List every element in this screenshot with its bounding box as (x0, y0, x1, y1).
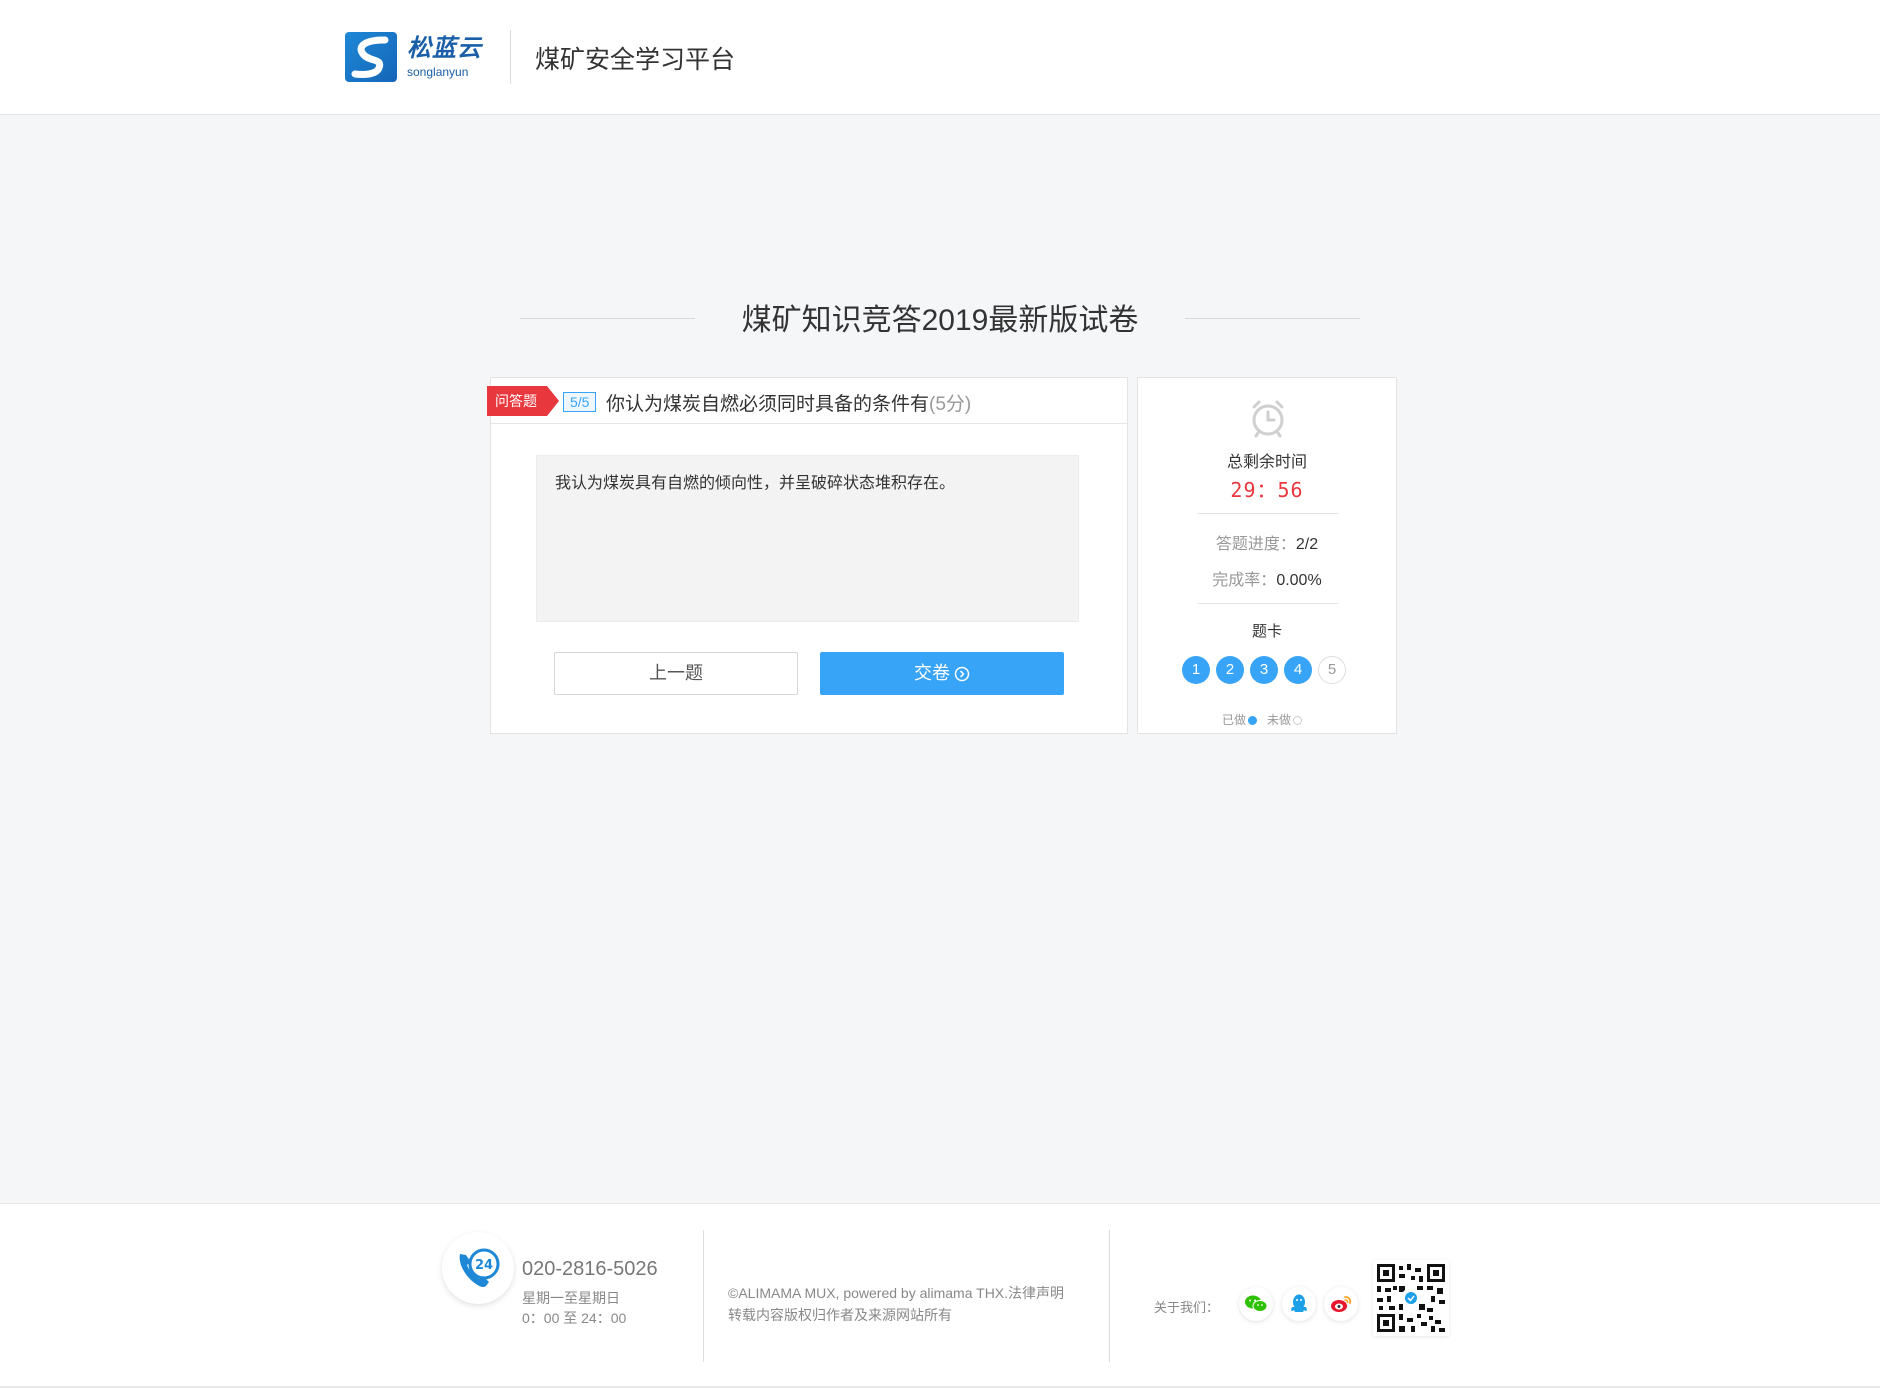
question-number-1[interactable]: 1 (1182, 656, 1210, 684)
question-score: (5分) (929, 394, 972, 415)
logo-name-en: songlanyun (407, 64, 469, 79)
copyright-text[interactable]: ©ALIMAMA MUX, powered by alimama THX.法律声… (728, 1283, 1064, 1303)
question-card-label: 题卡 (1251, 623, 1282, 640)
question-header: 问答题 5/5 你认为煤炭自燃必须同时具备的条件有(5分) (487, 378, 1127, 424)
legend-todo-dot (1293, 716, 1303, 725)
question-card: 问答题 5/5 你认为煤炭自燃必须同时具备的条件有(5分) 我认为煤炭具有自燃的… (487, 377, 1128, 734)
about-us-label: 关于我们： (1154, 1300, 1220, 1315)
remaining-time-label: 总剩余时间 (1226, 454, 1307, 471)
question-stem: 你认为煤炭自燃必须同时具备的条件有 (606, 394, 930, 415)
hotline-number: 020-2816-5026 (522, 1258, 658, 1280)
service-hours: 0：00 至 24：00 (522, 1310, 627, 1326)
logo-s-icon (345, 32, 397, 82)
question-number-5[interactable]: 5 (1318, 656, 1346, 684)
question-index: 5/5 (563, 392, 597, 412)
weibo-icon[interactable] (1324, 1287, 1358, 1321)
side-divider (1198, 513, 1338, 514)
logo-name-cn: 松蓝云 (407, 34, 482, 62)
answer-legend: 已做 未做 (1138, 711, 1396, 728)
legend-todo-label: 未做 (1267, 713, 1292, 727)
arrow-circle-icon (954, 666, 970, 681)
alarm-clock-icon (1252, 400, 1284, 438)
answer-sheet-panel: 总剩余时间 29：56 答题进度：2/2 完成率：0.00% 题卡 1 2 3 … (1137, 377, 1397, 734)
qr-code-image (1373, 1260, 1449, 1336)
question-number-list: 1 2 3 4 5 (1182, 656, 1346, 684)
completion-row: 完成率：0.00% (1138, 566, 1396, 590)
header-divider (510, 30, 511, 84)
answer-textarea[interactable]: 我认为煤炭具有自燃的倾向性，并呈破碎状态堆积存在。 (536, 455, 1079, 622)
platform-name: 煤矿安全学习平台 (535, 46, 736, 74)
exam-title-block: 煤矿知识竞答2019最新版试卷 (520, 295, 1360, 337)
brand-logo[interactable]: 松蓝云 songlanyun (345, 32, 482, 82)
progress-value: 2/2 (1295, 536, 1319, 553)
completion-value: 0.00% (1276, 572, 1322, 589)
phone-24h-icon: 24 (442, 1232, 514, 1304)
legend-done-dot (1248, 716, 1257, 725)
footer-divider (703, 1230, 704, 1362)
progress-row: 答题进度：2/2 (1138, 530, 1396, 554)
submit-label: 交卷 (914, 663, 950, 683)
question-number-3[interactable]: 3 (1250, 656, 1278, 684)
qq-icon[interactable] (1282, 1287, 1316, 1321)
submit-exam-button[interactable]: 交卷 (820, 652, 1064, 695)
top-header: 松蓝云 songlanyun 煤矿安全学习平台 (0, 0, 1880, 115)
phone-badge-text: 24 (475, 1258, 493, 1273)
progress-key: 答题进度： (1215, 536, 1296, 553)
legend-done-label: 已做 (1221, 713, 1246, 727)
footer-divider (1109, 1230, 1110, 1362)
previous-question-button[interactable]: 上一题 (554, 652, 798, 695)
question-number-2[interactable]: 2 (1216, 656, 1244, 684)
title-rule-right (1185, 318, 1360, 319)
question-type-badge: 问答题 (487, 386, 559, 416)
wechat-icon[interactable] (1239, 1287, 1273, 1321)
question-number-4[interactable]: 4 (1284, 656, 1312, 684)
side-divider (1198, 603, 1338, 604)
service-days: 星期一至星期日 (522, 1290, 620, 1306)
question-text: 你认为煤炭自燃必须同时具备的条件有(5分) (606, 389, 971, 416)
exam-title: 煤矿知识竞答2019最新版试卷 (741, 304, 1139, 337)
copyright-note: 转载内容版权归作者及来源网站所有 (728, 1307, 952, 1323)
remaining-time-value: 29：56 (1230, 478, 1304, 502)
completion-key: 完成率： (1212, 572, 1277, 589)
